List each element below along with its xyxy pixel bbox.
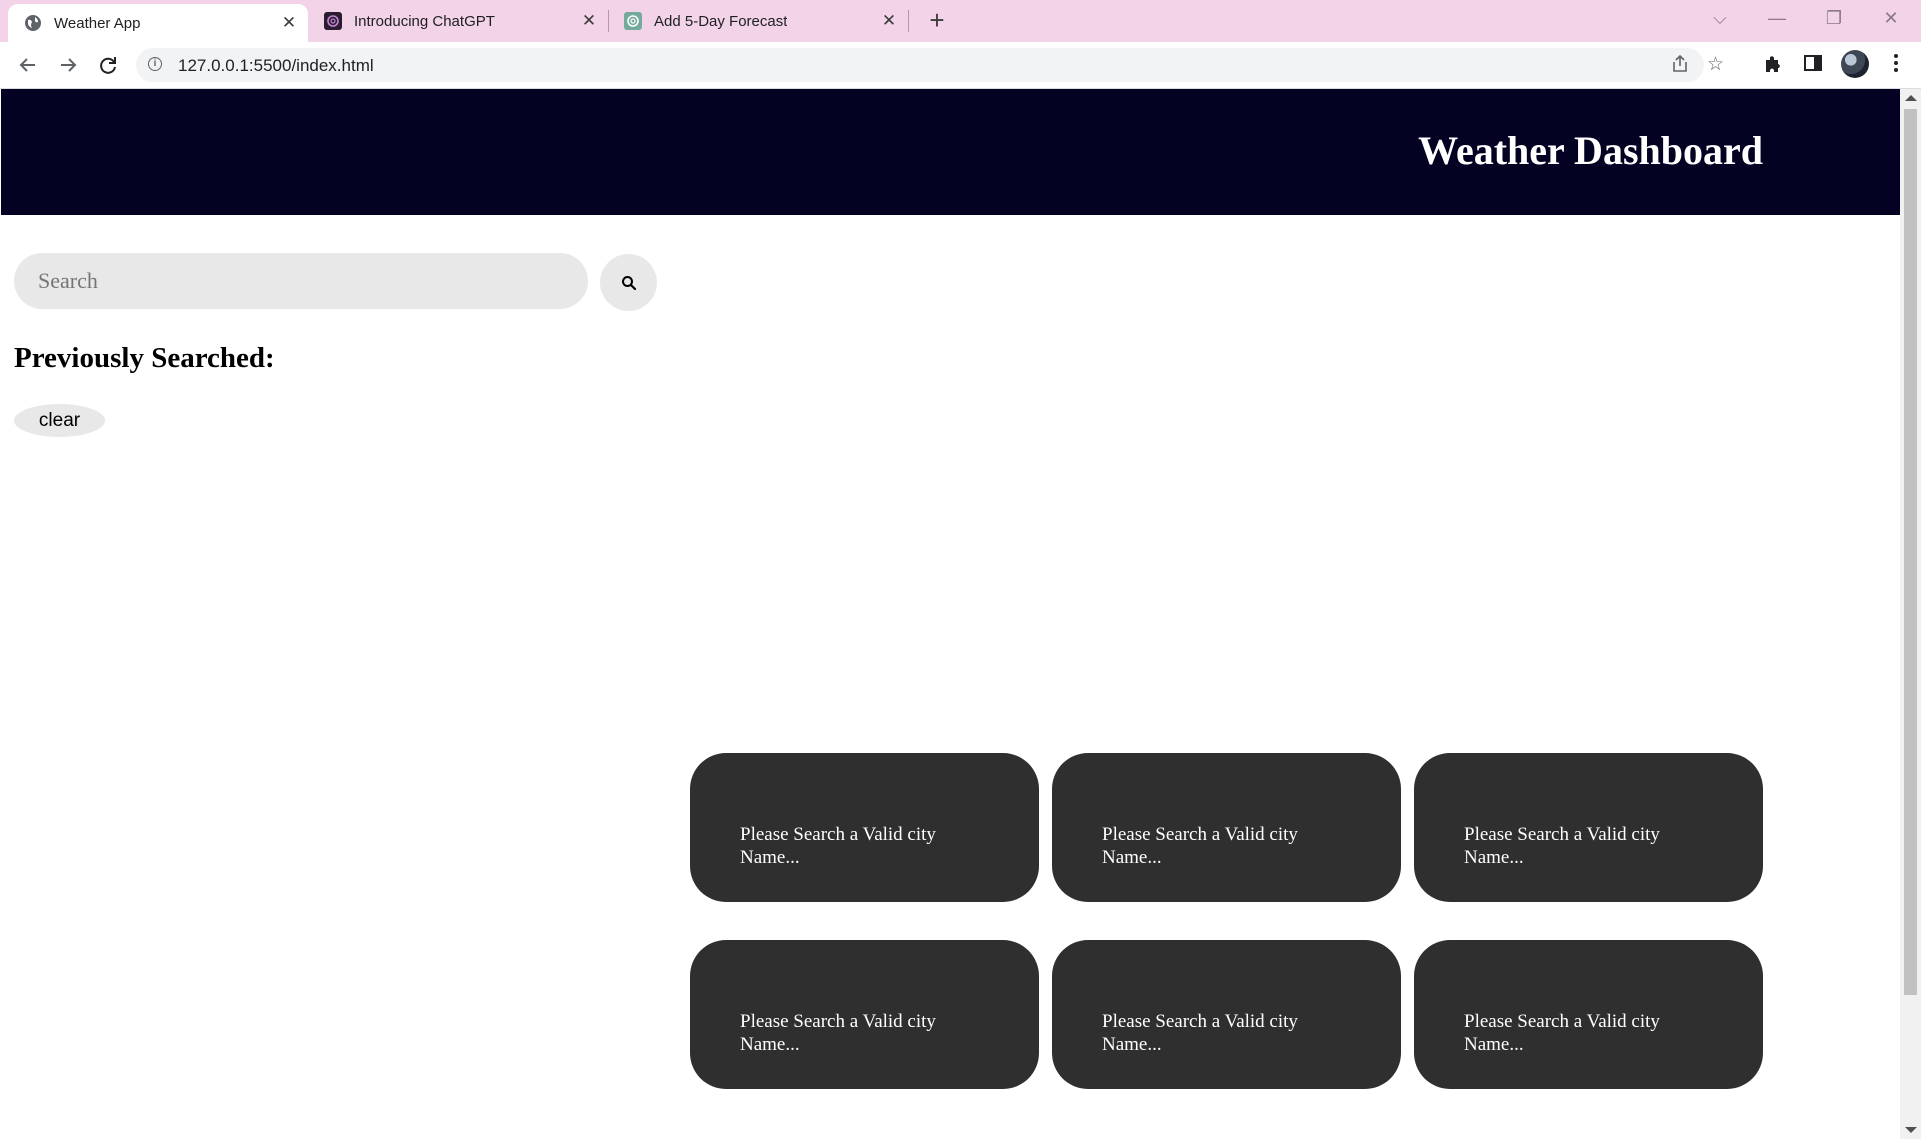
forecast-message: Please Search a Valid city Name... [1102, 824, 1298, 868]
profile-avatar[interactable] [1841, 50, 1869, 78]
page-viewport: Weather Dashboard Previously Searched: c… [1, 89, 1900, 1139]
address-url: 127.0.0.1:5500/index.html [178, 56, 374, 75]
tab-add-5-day-forecast[interactable]: Add 5-Day Forecast ✕ [608, 5, 908, 37]
extensions-icon[interactable] [1761, 53, 1785, 77]
forward-button[interactable] [54, 51, 82, 79]
browser-toolbar: i 127.0.0.1:5500/index.html ☆ [0, 42, 1921, 89]
close-icon[interactable]: ✕ [880, 12, 898, 30]
restore-button[interactable]: ❐ [1819, 6, 1849, 30]
tab-weather-app[interactable]: Weather App ✕ [8, 4, 308, 42]
clear-history-button[interactable]: clear [14, 404, 105, 437]
history-heading: Previously Searched: [14, 342, 275, 374]
search-input[interactable] [14, 253, 588, 309]
forward-arrow-icon [61, 58, 77, 72]
forecast-message: Please Search a Valid city Name... [1464, 1011, 1660, 1055]
scrollbar-thumb[interactable] [1904, 109, 1917, 995]
forecast-message: Please Search a Valid city Name... [1464, 824, 1660, 868]
openai-icon [324, 12, 342, 30]
back-button[interactable] [14, 51, 42, 79]
back-arrow-icon [19, 58, 35, 72]
forecast-card: Please Search a Valid city Name... [1052, 753, 1401, 902]
forecast-message: Please Search a Valid city Name... [740, 1011, 936, 1055]
tab-title: Weather App [54, 14, 141, 32]
tab-introducing-chatgpt[interactable]: Introducing ChatGPT ✕ [308, 5, 608, 37]
forecast-grid: Please Search a Valid city Name... Pleas… [690, 753, 1765, 1089]
tab-title: Add 5-Day Forecast [654, 12, 788, 30]
search-icon [621, 275, 636, 290]
forecast-card: Please Search a Valid city Name... [690, 753, 1039, 902]
forecast-card: Please Search a Valid city Name... [1414, 940, 1763, 1089]
bookmark-star-icon[interactable]: ☆ [1707, 54, 1724, 76]
new-tab-button[interactable]: + [924, 7, 950, 34]
forecast-message: Please Search a Valid city Name... [1102, 1011, 1298, 1055]
scroll-down-arrow-icon[interactable] [1905, 1127, 1917, 1133]
tab-search-chevron-icon[interactable]: ⌵ [1705, 6, 1735, 30]
page-title: Weather Dashboard [1418, 128, 1763, 173]
minimize-button[interactable]: — [1762, 6, 1792, 30]
browser-tab-strip: Weather App ✕ Introducing ChatGPT ✕ Add … [0, 0, 1921, 42]
address-bar[interactable]: i 127.0.0.1:5500/index.html ☆ [136, 48, 1724, 82]
forecast-card: Please Search a Valid city Name... [1052, 940, 1401, 1089]
close-icon[interactable]: ✕ [280, 14, 298, 32]
close-window-button[interactable]: ✕ [1876, 6, 1906, 30]
forecast-message: Please Search a Valid city Name... [740, 824, 936, 868]
reload-button[interactable] [94, 51, 122, 79]
share-icon[interactable] [1670, 54, 1690, 80]
reload-icon [100, 57, 116, 74]
page-scrollbar[interactable] [1900, 89, 1921, 1139]
scroll-up-arrow-icon[interactable] [1905, 95, 1917, 101]
close-icon[interactable]: ✕ [580, 12, 598, 30]
tab-title: Introducing ChatGPT [354, 12, 495, 30]
forecast-card: Please Search a Valid city Name... [690, 940, 1039, 1089]
menu-kebab-icon[interactable] [1884, 53, 1908, 77]
forecast-card: Please Search a Valid city Name... [1414, 753, 1763, 902]
tab-separator [908, 10, 909, 32]
globe-icon [24, 14, 42, 32]
chatgpt-icon [624, 12, 642, 30]
side-panel-icon[interactable] [1801, 53, 1825, 77]
search-button[interactable] [600, 254, 657, 311]
app-header: Weather Dashboard [1, 89, 1900, 215]
site-info-icon[interactable]: i [148, 57, 162, 71]
